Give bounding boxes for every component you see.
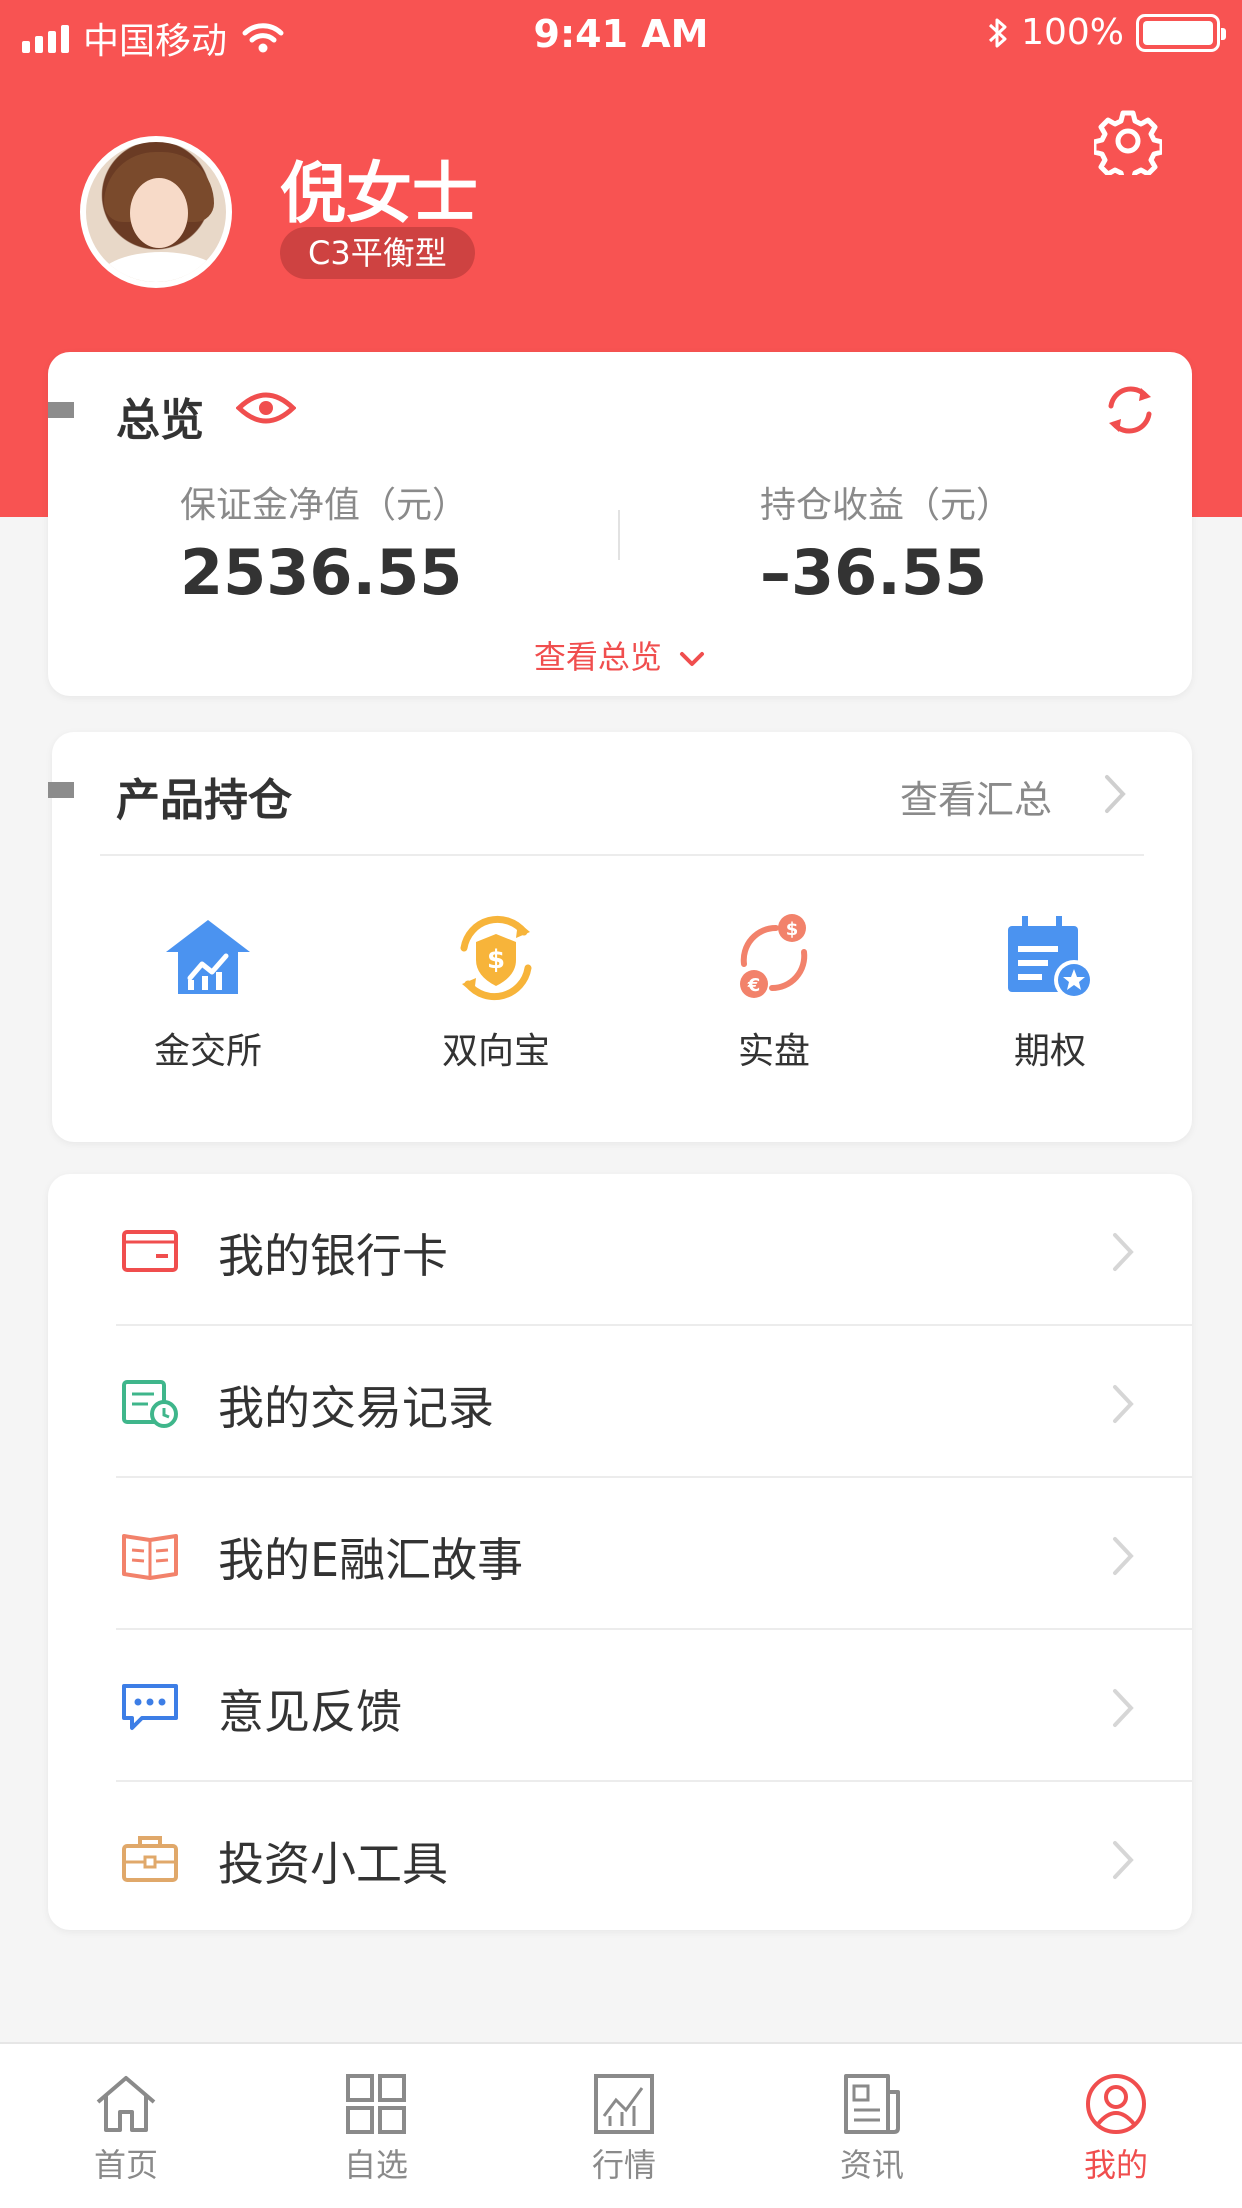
settings-gear-icon[interactable] (1094, 107, 1162, 175)
chevron-right-icon (1113, 1385, 1134, 1423)
product-label: 实盘 (737, 1031, 810, 1072)
margin-value: 2536.55 (180, 536, 463, 609)
chevron-right-icon (1113, 1841, 1134, 1879)
chat-icon (122, 1684, 178, 1730)
section-marker (48, 402, 74, 418)
book-icon (122, 1534, 178, 1580)
user-name: 倪女士 (280, 155, 478, 232)
tab-label: 我的 (1083, 2146, 1148, 2184)
holdings-card: 产品持仓 查看汇总 金交所 $ 双向宝 $ € 实盘 期权 (48, 732, 1192, 1142)
menu-item-bank-card[interactable]: 我的银行卡 (48, 1174, 1192, 1326)
tab-mine[interactable]: 我的 (1056, 2072, 1176, 2186)
divider (100, 854, 1144, 856)
product-two-way[interactable]: $ 双向宝 (396, 908, 596, 1074)
product-label: 期权 (1013, 1031, 1086, 1072)
status-bar: 中国移动 9:41 AM 100% (0, 0, 1242, 68)
tab-label: 首页 (93, 2146, 158, 2184)
currency-exchange-icon: $ € (740, 914, 808, 998)
chevron-right-icon (1113, 1537, 1134, 1575)
menu-item-feedback[interactable]: 意见反馈 (48, 1630, 1192, 1782)
home-icon (96, 2076, 156, 2132)
calendar-star-icon (1008, 916, 1094, 1000)
battery-percent: 100% (1021, 12, 1124, 53)
menu-item-label: 投资小工具 (218, 1837, 448, 1891)
product-options[interactable]: 期权 (950, 908, 1150, 1074)
calendar-clock-icon (122, 1380, 178, 1428)
tab-watchlist[interactable]: 自选 (316, 2072, 436, 2186)
eye-icon[interactable] (236, 388, 296, 428)
overview-card: 总览 保证金净值（元） 2536.55 持仓收益（元） –36.55 查看总览 (48, 352, 1192, 696)
menu-item-label: 我的交易记录 (218, 1381, 494, 1435)
pnl-value: –36.55 (760, 536, 988, 609)
user-icon (1086, 2074, 1146, 2134)
holdings-title: 产品持仓 (116, 775, 292, 826)
tab-bar: 首页 自选 行情 资讯 我的 (0, 2042, 1242, 2208)
avatar[interactable] (80, 136, 232, 288)
tab-home[interactable]: 首页 (66, 2072, 186, 2186)
view-overview-link[interactable]: 查看总览 (48, 632, 1192, 678)
news-icon (844, 2074, 900, 2134)
stat-divider (618, 510, 620, 560)
product-label: 双向宝 (441, 1031, 550, 1072)
tab-label: 行情 (591, 2146, 656, 2184)
margin-label: 保证金净值（元） (180, 485, 469, 526)
status-right: 100% (987, 12, 1226, 53)
battery-icon (1136, 13, 1226, 52)
tab-news[interactable]: 资讯 (812, 2072, 932, 2186)
chevron-down-icon (680, 652, 705, 666)
chart-icon (594, 2074, 654, 2134)
bank-card-icon (122, 1230, 178, 1272)
refresh-icon[interactable] (1102, 382, 1158, 438)
tab-label: 资讯 (839, 2146, 904, 2184)
view-summary-link[interactable]: 查看汇总 (900, 769, 1052, 824)
menu-card: 我的银行卡 我的交易记录 我的E融汇故事 意见反馈 投资小工具 (48, 1174, 1192, 1930)
product-spot[interactable]: $ € 实盘 (674, 908, 874, 1074)
chevron-right-icon (1113, 1233, 1134, 1271)
chevron-right-icon (1113, 1689, 1134, 1727)
svg-text:$: $ (786, 919, 799, 940)
grid-icon (346, 2074, 406, 2134)
toolbox-icon (122, 1836, 178, 1882)
exchange-building-icon (166, 920, 250, 994)
bluetooth-icon (989, 18, 1007, 47)
svg-text:€: € (747, 975, 761, 996)
overview-title: 总览 (116, 395, 204, 446)
tab-label: 自选 (343, 2146, 408, 2184)
risk-level-badge: C3平衡型 (280, 227, 475, 279)
menu-item-story[interactable]: 我的E融汇故事 (48, 1478, 1192, 1630)
chevron-right-icon[interactable] (1102, 772, 1128, 816)
section-marker (48, 782, 74, 798)
menu-item-trade-records[interactable]: 我的交易记录 (48, 1326, 1192, 1478)
menu-item-label: 意见反馈 (218, 1685, 402, 1739)
svg-text:$: $ (487, 945, 505, 975)
pnl-label: 持仓收益（元） (760, 485, 1013, 526)
view-overview-label: 查看总览 (533, 638, 662, 676)
product-label: 金交所 (153, 1031, 262, 1072)
menu-item-label: 我的E融汇故事 (218, 1533, 524, 1587)
menu-item-label: 我的银行卡 (218, 1229, 448, 1283)
tab-market[interactable]: 行情 (564, 2072, 684, 2186)
product-exchange[interactable]: 金交所 (108, 908, 308, 1074)
menu-item-tools[interactable]: 投资小工具 (48, 1782, 1192, 1934)
shield-coin-icon: $ (460, 915, 532, 1001)
